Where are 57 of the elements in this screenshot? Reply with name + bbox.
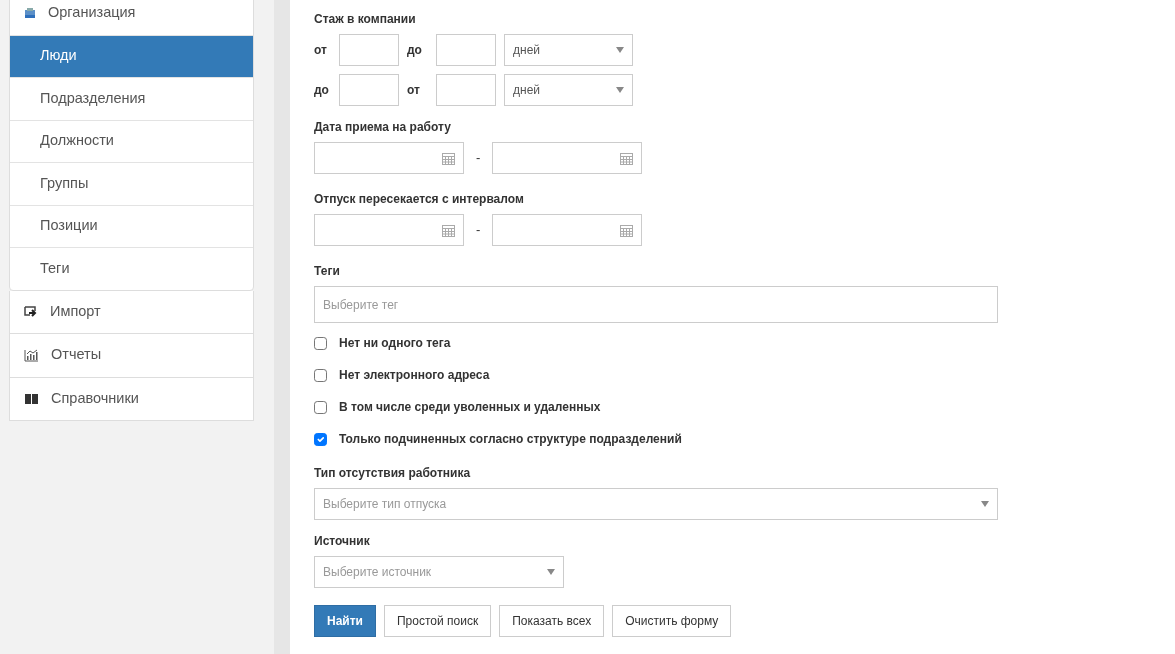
field-label: Дата приема на работу [314,119,452,136]
field-label: Теги [314,263,341,280]
range-separator: - [475,221,482,240]
sidebar-item[interactable]: Люди [10,34,253,77]
unit-dropdown[interactable]: дней [504,34,633,66]
row-label: до [407,42,423,59]
field-label: Тип отсутствия работника [314,465,472,482]
range-separator: - [475,149,482,168]
sidebar-item[interactable]: Отчеты [10,334,253,377]
sidebar-item[interactable]: Группы [10,162,253,205]
row-label: до [314,82,330,99]
button[interactable]: Показать всех [499,605,605,637]
sidebar-item[interactable]: Импорт [10,290,253,333]
checkbox[interactable] [314,400,327,414]
calendar-icon [620,151,634,165]
field-label: Источник [314,533,371,550]
date-field[interactable] [314,214,464,246]
sidebar-item[interactable]: Справочники [10,377,253,420]
number-field[interactable] [339,74,399,106]
caret-icon [616,47,624,53]
sidebar-item[interactable]: Позиции [10,204,253,247]
checkbox-label: В том числе среди уволенных и удаленных [339,399,601,416]
checkbox[interactable] [314,368,327,382]
caret-icon [547,569,555,575]
row-label: от [407,82,421,99]
button[interactable]: Найти [314,605,376,637]
tag-field[interactable]: Выберите тег [314,286,998,323]
checkbox-label: Нет ни одного тега [339,335,451,352]
checkbox[interactable] [314,336,327,350]
date-field[interactable] [492,214,643,246]
calendar-icon [442,151,455,165]
sidebar-item[interactable]: Должности [10,119,253,162]
sidebar-item[interactable]: Подразделения [10,77,253,120]
unit-dropdown[interactable]: дней [504,74,633,106]
number-field[interactable] [436,74,496,106]
calendar-icon [442,223,455,237]
date-field[interactable] [492,142,643,174]
building-icon [24,7,36,20]
sidebar-item[interactable]: Теги [10,247,253,290]
bar-chart-icon [24,348,39,362]
button[interactable]: Простой поиск [384,605,492,637]
caret-icon [981,501,989,507]
checkbox-label: Только подчиненных согласно структуре подразделений [339,431,682,448]
row-label: от [314,42,328,59]
book-icon [24,392,39,406]
checkbox-label: Нет электронного адреса [339,367,490,384]
sidebar-item[interactable]: Организация [10,0,253,35]
calendar-icon [620,223,634,237]
caret-icon [616,87,624,93]
import-icon [24,305,38,318]
number-field[interactable] [339,34,399,66]
section-label: Стаж в компании [314,11,417,28]
number-field[interactable] [436,34,496,66]
date-field[interactable] [314,142,464,174]
field-label: Отпуск пересекается с интервалом [314,191,525,208]
button[interactable]: Очистить форму [612,605,732,637]
checkbox[interactable] [314,432,327,446]
